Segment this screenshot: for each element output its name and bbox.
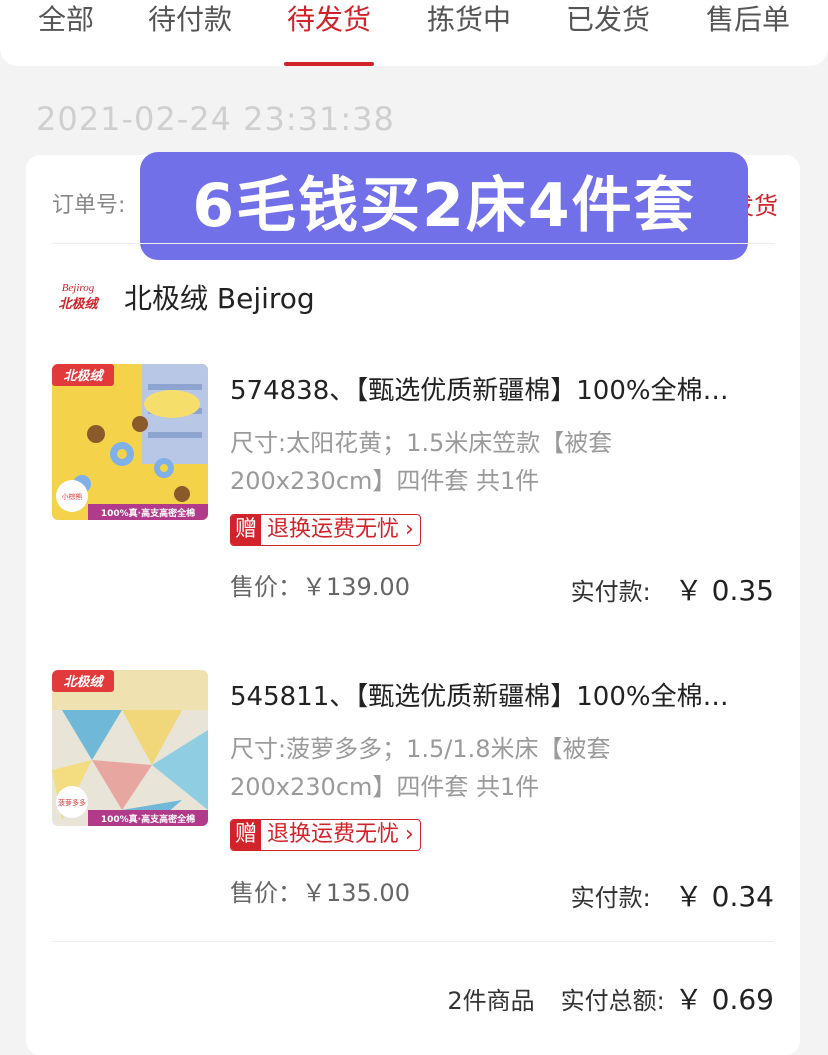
product-title[interactable]: 545811、【甄选优质新疆棉】100%全棉… — [230, 676, 729, 713]
product-spec-line: 尺寸:太阳花黄；1.5米床笠款【被套 — [230, 429, 613, 457]
order-timestamp: 2021-02-24 23:31:38 — [36, 100, 395, 138]
svg-text:菠萝多多: 菠萝多多 — [58, 798, 86, 807]
gift-text: 退换运费无忧 — [267, 517, 400, 542]
brand-logo: Bejirog 北极绒 — [58, 282, 99, 312]
order-status-tabs: 全部 待付款 待发货 拣货中 已发货 售后单 — [0, 0, 828, 66]
product-spec-line: 200x230cm】四件套 共1件 — [230, 773, 540, 801]
item-count: 2件商品 — [447, 987, 535, 1015]
svg-text:Bejirog: Bejirog — [62, 282, 95, 294]
product-image[interactable]: 北极绒 小棕熊 100%真·高支高密全棉 — [52, 364, 208, 520]
product-price: 售价：￥135.00 — [230, 879, 410, 907]
order-summary: 2件商品 实付总额: ￥ 0.69 — [447, 978, 774, 1018]
product-image[interactable]: 北极绒 菠萝多多 100%真·高支高密全棉 — [52, 670, 208, 826]
total-label: 实付总额: — [560, 987, 665, 1015]
svg-text:北极绒: 北极绒 — [63, 674, 104, 690]
product-price: 售价：￥139.00 — [230, 573, 410, 601]
paid-label: 实付款: — [570, 578, 651, 606]
gift-text: 退换运费无忧 — [267, 822, 400, 847]
gift-badge[interactable]: 赠 退换运费无忧 › — [230, 819, 421, 851]
tab-picking[interactable]: 拣货中 — [427, 0, 511, 40]
svg-text:100%真·高支高密全棉: 100%真·高支高密全棉 — [101, 813, 195, 825]
gift-tag: 赠 — [231, 515, 261, 545]
gift-badge[interactable]: 赠 退换运费无忧 › — [230, 514, 421, 546]
svg-text:北极绒: 北极绒 — [58, 296, 99, 312]
item-paid-row: 实付款: ￥ 0.34 — [571, 875, 774, 915]
paid-amount: ￥ 0.34 — [674, 880, 774, 913]
product-spec-line: 尺寸:菠萝多多；1.5/1.8米床【被套 — [230, 735, 611, 763]
product-title[interactable]: 574838、【甄选优质新疆棉】100%全棉… — [230, 370, 729, 407]
tab-shipped[interactable]: 已发货 — [566, 0, 650, 40]
divider — [52, 243, 774, 244]
total-amount: ￥ 0.69 — [674, 983, 774, 1016]
tab-pending-payment[interactable]: 待付款 — [148, 0, 232, 40]
tab-pending-shipment[interactable]: 待发货 — [287, 0, 371, 40]
svg-text:100%真·高支高密全棉: 100%真·高支高密全棉 — [101, 507, 195, 519]
item-paid-row: 实付款: ￥ 0.35 — [571, 569, 774, 609]
paid-label: 实付款: — [570, 884, 651, 912]
divider — [52, 941, 774, 942]
order-number-label: 订单号: — [52, 193, 126, 218]
chevron-right-icon: › — [405, 517, 414, 542]
product-spec-line: 200x230cm】四件套 共1件 — [230, 467, 540, 495]
gift-tag: 赠 — [231, 820, 261, 850]
tab-after-sales[interactable]: 售后单 — [706, 0, 790, 40]
paid-amount: ￥ 0.35 — [674, 574, 774, 607]
svg-text:小棕熊: 小棕熊 — [62, 492, 83, 501]
chevron-right-icon: › — [405, 822, 414, 847]
tab-all[interactable]: 全部 — [38, 0, 94, 40]
shop-name[interactable]: 北极绒 Bejirog — [124, 277, 315, 317]
svg-text:北极绒: 北极绒 — [63, 368, 104, 384]
active-tab-indicator — [284, 62, 374, 66]
